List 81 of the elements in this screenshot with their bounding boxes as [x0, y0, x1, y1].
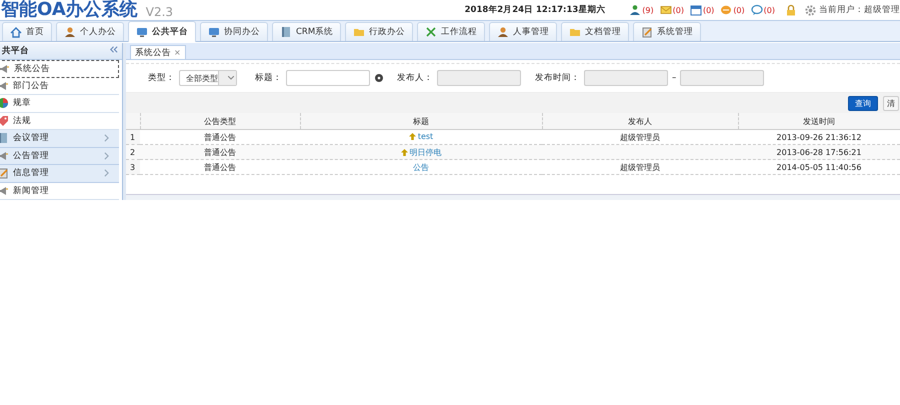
- row-number: 3: [126, 160, 140, 174]
- monitor-icon: [208, 26, 220, 38]
- sidebar-group[interactable]: 公告管理: [0, 148, 119, 165]
- sidebar-item[interactable]: 系统公告: [0, 60, 119, 78]
- column-header: 发布人: [542, 113, 738, 130]
- table-cell: 普通公告: [140, 144, 300, 160]
- nav-tab[interactable]: 协同办公: [200, 22, 268, 41]
- speech-bubble-icon: [750, 4, 763, 16]
- mail-icon: [660, 4, 672, 16]
- nav-tab[interactable]: 首页: [2, 22, 52, 41]
- table-cell: 超级管理员: [620, 162, 660, 172]
- house-icon: [10, 26, 22, 38]
- monitor-icon: [136, 26, 148, 38]
- clear-button[interactable]: 清: [883, 96, 899, 110]
- row-number: 1: [126, 130, 140, 144]
- title-link[interactable]: 明日停电: [410, 146, 442, 158]
- nav-tab[interactable]: 工作流程: [417, 22, 486, 41]
- nav-tab[interactable]: 行政办公: [345, 22, 414, 41]
- calendar-icon: [690, 4, 702, 16]
- range-separator: –: [672, 73, 676, 83]
- search-button[interactable]: 查询: [848, 96, 878, 110]
- sidebar-group[interactable]: 会议管理: [0, 130, 119, 148]
- gear-icon: [805, 4, 816, 16]
- notification-count[interactable]: (0): [764, 6, 775, 14]
- pie-chart-icon: [0, 97, 9, 110]
- version-label: V2.3: [146, 5, 174, 19]
- sidebar-title: 共平台: [2, 45, 29, 57]
- type-dropdown[interactable]: 全部类型: [179, 70, 237, 86]
- row-number: 2: [126, 144, 140, 160]
- sidebar-item[interactable]: 规章: [0, 95, 119, 112]
- user-icon: [629, 4, 642, 16]
- notepad-icon: [641, 26, 654, 38]
- table-cell: 2013-06-28 17:56:21: [738, 144, 900, 160]
- time-label: 发布时间：: [535, 72, 580, 84]
- book-icon: [280, 26, 292, 38]
- title-label: 标题：: [255, 72, 282, 84]
- nav-tab[interactable]: 文档管理: [561, 22, 630, 41]
- folder-icon: [353, 26, 366, 38]
- column-header: 标题: [300, 113, 542, 130]
- date-time: 2018年2月24日 12:17:13星期六: [464, 4, 606, 16]
- nav-tab[interactable]: 系统管理: [633, 22, 702, 41]
- content-tab[interactable]: 系统公告 ×: [130, 45, 186, 59]
- tag-icon: [0, 114, 9, 127]
- megaphone-icon: [0, 80, 9, 92]
- person-icon: [497, 26, 510, 38]
- nav-tab[interactable]: 人事管理: [489, 22, 558, 41]
- megaphone-icon: [0, 62, 10, 75]
- nav-tab[interactable]: 公共平台: [128, 21, 196, 42]
- table-cell: 超级管理员: [620, 132, 660, 142]
- folder-icon: [569, 26, 582, 38]
- close-icon[interactable]: ×: [174, 48, 181, 57]
- book-icon: [0, 132, 9, 144]
- table-cell: 普通公告: [140, 160, 300, 174]
- megaphone-icon: [0, 184, 9, 197]
- chevron-icon: [104, 134, 109, 142]
- notification-count[interactable]: (0): [672, 6, 684, 14]
- sidebar-item[interactable]: 部门公告: [0, 78, 119, 95]
- notepad-icon: [0, 167, 9, 180]
- notification-count[interactable]: (0): [733, 6, 745, 14]
- title-link[interactable]: 公告: [413, 162, 429, 172]
- chevron-icon: [104, 169, 109, 178]
- clear-icon[interactable]: [375, 74, 383, 82]
- megaphone-icon: [0, 150, 9, 162]
- chevron-icon: [104, 152, 109, 160]
- sidebar-item[interactable]: 新闻管理: [0, 182, 119, 200]
- notification-count[interactable]: (9): [642, 6, 654, 14]
- column-header: 发送时间: [738, 113, 900, 130]
- nav-tab[interactable]: 个人办公: [56, 22, 124, 41]
- person-icon: [64, 26, 76, 38]
- table-cell: 2014-05-05 11:40:56: [738, 160, 900, 174]
- current-user: 当前用户：超级管理: [819, 4, 900, 16]
- column-header: 公告类型: [140, 113, 300, 130]
- title-field[interactable]: [286, 70, 370, 86]
- publisher-label: 发布人：: [397, 72, 433, 84]
- nav-tab[interactable]: CRM系统: [272, 22, 342, 41]
- sidebar-group[interactable]: 信息管理: [0, 165, 119, 182]
- title-link[interactable]: test: [418, 132, 434, 141]
- type-label: 类型：: [148, 72, 175, 84]
- lock-icon[interactable]: [785, 4, 797, 16]
- chat-icon: [720, 4, 732, 16]
- notification-count[interactable]: (0): [702, 6, 714, 14]
